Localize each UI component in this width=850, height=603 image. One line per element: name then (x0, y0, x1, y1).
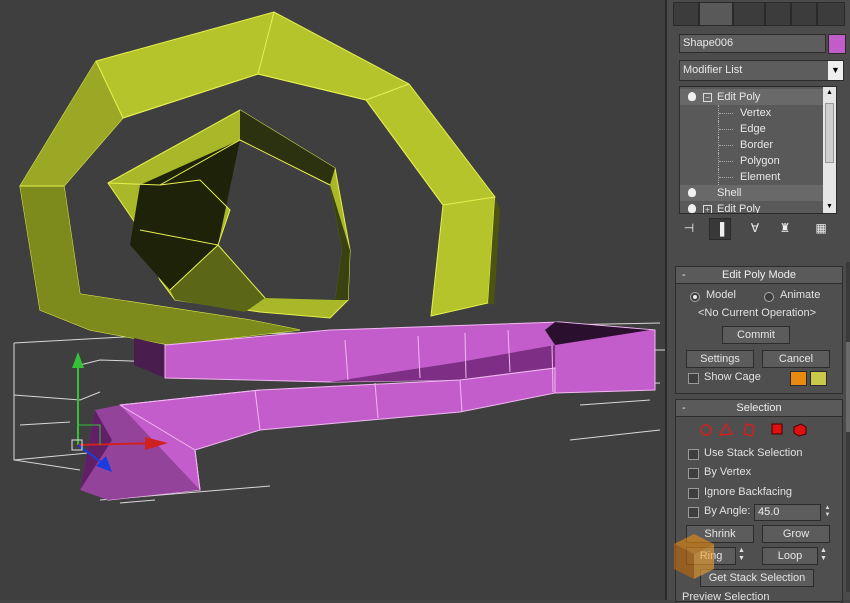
stack-item-label: Edit Poly (717, 203, 761, 214)
stack-item-label: Border (740, 139, 774, 151)
tree-line (718, 105, 735, 121)
use-stack-selection-label: Use Stack Selection (704, 447, 803, 459)
ignore-backfacing-label: Ignore Backfacing (704, 486, 793, 498)
tree-line (718, 121, 735, 137)
lightbulb-icon[interactable] (688, 92, 696, 101)
stack-modifier-item[interactable]: − Edit Poly (680, 89, 823, 105)
yellow-inner-ring (107, 109, 351, 319)
stack-item-label: Vertex (740, 107, 772, 119)
stack-subobject-polygon[interactable]: Polygon (680, 153, 823, 169)
tree-line (718, 153, 735, 169)
stack-subobject-element[interactable]: Element (680, 169, 823, 185)
panel-scroll-thumb[interactable] (846, 342, 850, 432)
tab-create[interactable] (673, 2, 699, 26)
stack-modifier-item[interactable]: + Edit Poly (680, 201, 823, 214)
use-stack-selection-checkbox[interactable] (688, 449, 699, 460)
modifier-list-dropdown[interactable]: Modifier List ▼ (679, 60, 844, 81)
tab-utilities[interactable] (817, 2, 845, 26)
selection-header[interactable]: - Selection (676, 400, 842, 417)
settings-button[interactable]: Settings (686, 350, 754, 368)
watermark-logo (674, 534, 714, 579)
expand-icon[interactable]: + (703, 205, 712, 213)
by-angle-value: 45.0 (758, 506, 780, 518)
cancel-button[interactable]: Cancel (762, 350, 830, 368)
command-panel-scrollbar[interactable] (846, 262, 850, 592)
perspective-viewport[interactable] (0, 0, 665, 600)
collapse-icon: - (682, 402, 686, 414)
stack-item-label: Edit Poly (717, 91, 761, 103)
pin-stack-icon[interactable]: ⊣ (679, 218, 699, 238)
subobject-level-icons (700, 422, 807, 437)
command-panel-tabs (673, 0, 845, 26)
collapse-icon: - (682, 269, 686, 281)
loop-spinner-icon[interactable]: ▲ ▼ (820, 547, 827, 563)
stack-subobject-vertex[interactable]: Vertex (680, 105, 823, 121)
by-angle-label: By Angle: (704, 505, 751, 517)
edge-icon[interactable] (718, 422, 734, 436)
magenta-shell-object (80, 321, 656, 501)
remove-modifier-icon[interactable]: ♜ (775, 218, 795, 238)
spinner-arrows-icon[interactable]: ▲ ▼ (823, 505, 832, 520)
scene-render (13, 11, 665, 504)
tab-hierarchy[interactable] (733, 2, 765, 26)
by-angle-spinner[interactable]: 45.0 ▲ ▼ (754, 504, 830, 521)
stack-subobject-border[interactable]: Border (680, 137, 823, 153)
loop-button[interactable]: Loop (762, 547, 818, 565)
stack-toolbar: ⊣ ▐ ∀ ♜ ▦ (679, 218, 839, 240)
scroll-thumb[interactable] (825, 103, 834, 163)
animate-label: Animate (780, 289, 821, 301)
tab-modify[interactable] (699, 2, 733, 26)
stack-item-label: Shell (717, 187, 742, 199)
cage-selected-color-swatch[interactable] (810, 371, 827, 386)
object-color-swatch[interactable] (828, 34, 846, 54)
stack-item-label: Polygon (740, 155, 780, 167)
collapse-icon[interactable]: − (703, 93, 712, 102)
show-end-result-icon[interactable]: ▐ (709, 218, 731, 240)
border-icon[interactable] (743, 423, 755, 437)
stack-item-label: Edge (740, 123, 766, 135)
element-icon[interactable] (793, 423, 807, 437)
selection-title: Selection (736, 402, 782, 414)
animate-radio[interactable] (764, 292, 774, 302)
stack-scrollbar[interactable]: ▲ ▼ (823, 87, 836, 213)
by-vertex-checkbox[interactable] (688, 468, 699, 479)
scroll-up-icon[interactable]: ▲ (823, 87, 836, 99)
edit-poly-mode-title: Edit Poly Mode (722, 269, 796, 281)
by-vertex-label: By Vertex (704, 466, 752, 478)
command-panel: Shape006 Modifier List ▼ − Edit Poly Verte… (665, 0, 850, 603)
model-radio[interactable] (690, 292, 700, 302)
by-angle-checkbox[interactable] (688, 507, 699, 518)
chevron-down-icon[interactable]: ▼ (828, 61, 843, 80)
commit-button[interactable]: Commit (722, 326, 790, 344)
stack-modifier-item[interactable]: Shell (680, 185, 823, 201)
cage-color-swatch[interactable] (790, 371, 807, 386)
tree-line (718, 169, 735, 185)
tab-display[interactable] (791, 2, 817, 26)
polygon-icon[interactable] (771, 423, 783, 435)
configure-modifier-sets-icon[interactable]: ▦ (811, 218, 831, 238)
stack-item-label: Element (740, 171, 781, 183)
edit-poly-mode-rollout: - Edit Poly Mode Model Animate <No Curre… (675, 266, 843, 394)
show-cage-label: Show Cage (704, 371, 761, 383)
object-name-field[interactable]: Shape006 (679, 34, 826, 53)
modifier-stack[interactable]: − Edit Poly Vertex Edge Border Polygon Element… (679, 86, 837, 214)
current-operation-text: <No Current Operation> (698, 307, 817, 319)
tree-line (718, 137, 735, 153)
model-label: Model (706, 289, 736, 301)
stack-subobject-edge[interactable]: Edge (680, 121, 823, 137)
tab-motion[interactable] (765, 2, 791, 26)
lightbulb-icon[interactable] (688, 204, 696, 213)
modifier-list-label: Modifier List (683, 64, 743, 76)
ignore-backfacing-checkbox[interactable] (688, 488, 699, 499)
grow-button[interactable]: Grow (762, 525, 830, 543)
lightbulb-icon[interactable] (688, 188, 696, 197)
make-unique-icon[interactable]: ∀ (745, 218, 765, 238)
edit-poly-mode-header[interactable]: - Edit Poly Mode (676, 267, 842, 284)
show-cage-checkbox[interactable] (688, 373, 699, 384)
scroll-down-icon[interactable]: ▼ (823, 201, 836, 213)
vertex-icon[interactable] (700, 424, 712, 436)
